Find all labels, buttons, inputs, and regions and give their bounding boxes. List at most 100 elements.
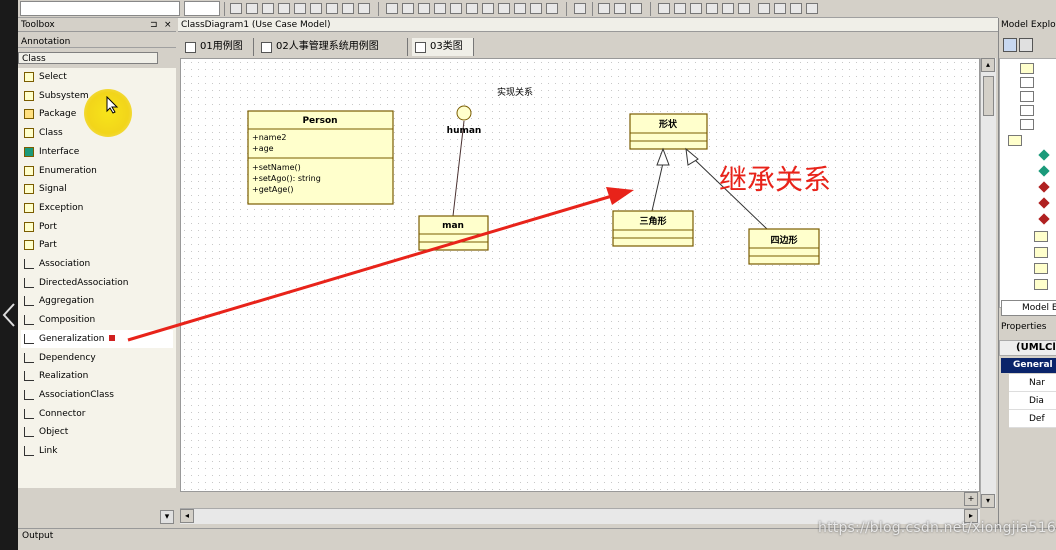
- align-center-icon[interactable]: [674, 3, 686, 14]
- property-row-default[interactable]: Def: [1009, 410, 1056, 428]
- tree-item-icon[interactable]: [1034, 247, 1048, 258]
- property-row-diagram[interactable]: Dia: [1009, 392, 1056, 410]
- toolbox-item[interactable]: Link: [21, 442, 173, 460]
- toolbar-tool-icon[interactable]: [514, 3, 526, 14]
- tab-class-diagram[interactable]: 03类图: [412, 38, 474, 56]
- toolbox-item[interactable]: Signal: [21, 180, 173, 198]
- tree-item-icon[interactable]: [1038, 165, 1050, 177]
- toolbar-combo[interactable]: [20, 1, 180, 16]
- toolbar-tool-icon[interactable]: [598, 3, 610, 14]
- toolbar-tool-icon[interactable]: [790, 3, 802, 14]
- toolbar-tool-icon[interactable]: [466, 3, 478, 14]
- toolbox-item[interactable]: Exception: [21, 199, 173, 217]
- tree-item-icon[interactable]: [1034, 263, 1048, 274]
- toolbox-group-class[interactable]: Class: [18, 52, 158, 64]
- toolbox-item[interactable]: DirectedAssociation: [21, 274, 173, 292]
- person-class[interactable]: Person +name2 +age +setName() +setAgo():…: [247, 110, 394, 205]
- toolbar-tool-icon[interactable]: [310, 3, 322, 14]
- tab-model-explorer[interactable]: Model Ex: [1001, 300, 1056, 316]
- canvas-vertical-scrollbar[interactable]: ▴ ▾: [980, 58, 996, 508]
- toolbar-tool-icon[interactable]: [630, 3, 642, 14]
- toolbar-tool-icon[interactable]: [806, 3, 818, 14]
- toolbar-font-size-combo[interactable]: [184, 1, 220, 16]
- quadrilateral-class[interactable]: 四边形: [748, 228, 820, 265]
- toolbar-tool-icon[interactable]: [482, 3, 494, 14]
- scroll-up-button[interactable]: ▴: [981, 58, 995, 72]
- toolbar-tool-icon[interactable]: [758, 3, 770, 14]
- align-bottom-icon[interactable]: [738, 3, 750, 14]
- toolbox-item[interactable]: AssociationClass: [21, 386, 173, 404]
- align-left-icon[interactable]: [658, 3, 670, 14]
- sort-icon[interactable]: [1019, 38, 1033, 52]
- toolbar-tool-icon[interactable]: [614, 3, 626, 14]
- tree-item-icon[interactable]: [1038, 213, 1050, 225]
- tree-item-icon[interactable]: [1020, 91, 1034, 102]
- shape-class[interactable]: 形状: [629, 113, 708, 150]
- toolbar-tool-icon[interactable]: [434, 3, 446, 14]
- toolbox-item[interactable]: Composition: [21, 311, 173, 329]
- toolbar-tool-icon[interactable]: [386, 3, 398, 14]
- tree-item-icon[interactable]: [1008, 135, 1022, 146]
- toolbar-tool-icon[interactable]: [402, 3, 414, 14]
- toolbox-item[interactable]: Aggregation: [21, 292, 173, 310]
- tree-item-icon[interactable]: [1034, 231, 1048, 242]
- zoom-in-icon[interactable]: +: [964, 492, 978, 506]
- toolbar-tool-icon[interactable]: [294, 3, 306, 14]
- line-color-icon[interactable]: [262, 3, 274, 14]
- toolbox-section-annotation[interactable]: Annotation: [18, 36, 176, 48]
- tree-item-icon[interactable]: [1034, 279, 1048, 290]
- toolbox-item[interactable]: Select: [21, 68, 173, 86]
- align-middle-icon[interactable]: [722, 3, 734, 14]
- properties-general-section[interactable]: General: [1001, 358, 1056, 373]
- toolbar-tool-icon[interactable]: [418, 3, 430, 14]
- tab-use-case-diagram[interactable]: 01用例图: [182, 38, 254, 56]
- toolbox-item[interactable]: Association: [21, 255, 173, 273]
- toolbox-item[interactable]: Port: [21, 218, 173, 236]
- toolbox-item[interactable]: Realization: [21, 367, 173, 385]
- human-interface-icon[interactable]: [456, 105, 472, 121]
- align-top-icon[interactable]: [706, 3, 718, 14]
- properties-element-type[interactable]: (UMLClass: [999, 340, 1056, 356]
- toolbox-scroll-down-button[interactable]: ▾: [160, 510, 174, 524]
- model-tree[interactable]: [999, 58, 1056, 308]
- pin-icon[interactable]: ⊐: [150, 18, 158, 32]
- align-right-icon[interactable]: [690, 3, 702, 14]
- toolbox-item[interactable]: Generalization: [21, 329, 173, 348]
- tab-hr-use-case-diagram[interactable]: 02人事管理系统用例图: [258, 38, 408, 56]
- close-icon[interactable]: ×: [164, 18, 172, 32]
- sort-icon[interactable]: [1003, 38, 1017, 52]
- toolbar-tool-icon[interactable]: [358, 3, 370, 14]
- triangle-class[interactable]: 三角形: [612, 210, 694, 247]
- toolbox-item[interactable]: Part: [21, 236, 173, 254]
- tree-item-icon[interactable]: [1020, 119, 1034, 130]
- scroll-down-button[interactable]: ▾: [981, 494, 995, 508]
- tree-item-icon[interactable]: [1020, 63, 1034, 74]
- man-class[interactable]: man: [418, 215, 489, 251]
- back-nav-icon[interactable]: [0, 300, 18, 330]
- toolbar-tool-icon[interactable]: [774, 3, 786, 14]
- toolbar-tool-icon[interactable]: [546, 3, 558, 14]
- toolbar-tool-icon[interactable]: [342, 3, 354, 14]
- tree-item-icon[interactable]: [1020, 105, 1034, 116]
- toolbox-item[interactable]: Connector: [21, 405, 173, 423]
- toolbox-item[interactable]: Object: [21, 423, 173, 441]
- tree-item-icon[interactable]: [1020, 77, 1034, 88]
- property-row-name[interactable]: Nar: [1009, 374, 1056, 392]
- toolbar-tool-icon[interactable]: [326, 3, 338, 14]
- toolbox-item[interactable]: Dependency: [21, 349, 173, 367]
- fill-color-icon[interactable]: [278, 3, 290, 14]
- toolbox-item[interactable]: Interface: [21, 143, 173, 161]
- vertical-scroll-thumb[interactable]: [983, 76, 994, 116]
- toolbar-tool-icon[interactable]: [498, 3, 510, 14]
- tree-item-icon[interactable]: [1038, 149, 1050, 161]
- pen-icon[interactable]: [246, 3, 258, 14]
- diagram-canvas[interactable]: 实现关系 Person +name2 +age +setName() +setA…: [180, 58, 980, 492]
- toolbar-tool-icon[interactable]: [450, 3, 462, 14]
- tree-item-icon[interactable]: [1038, 181, 1050, 193]
- toolbar-tool-icon[interactable]: [574, 3, 586, 14]
- font-icon[interactable]: [230, 3, 242, 14]
- scroll-left-button[interactable]: ◂: [180, 509, 194, 523]
- toolbar-tool-icon[interactable]: [530, 3, 542, 14]
- tree-item-icon[interactable]: [1038, 197, 1050, 209]
- toolbox-item[interactable]: Enumeration: [21, 162, 173, 180]
